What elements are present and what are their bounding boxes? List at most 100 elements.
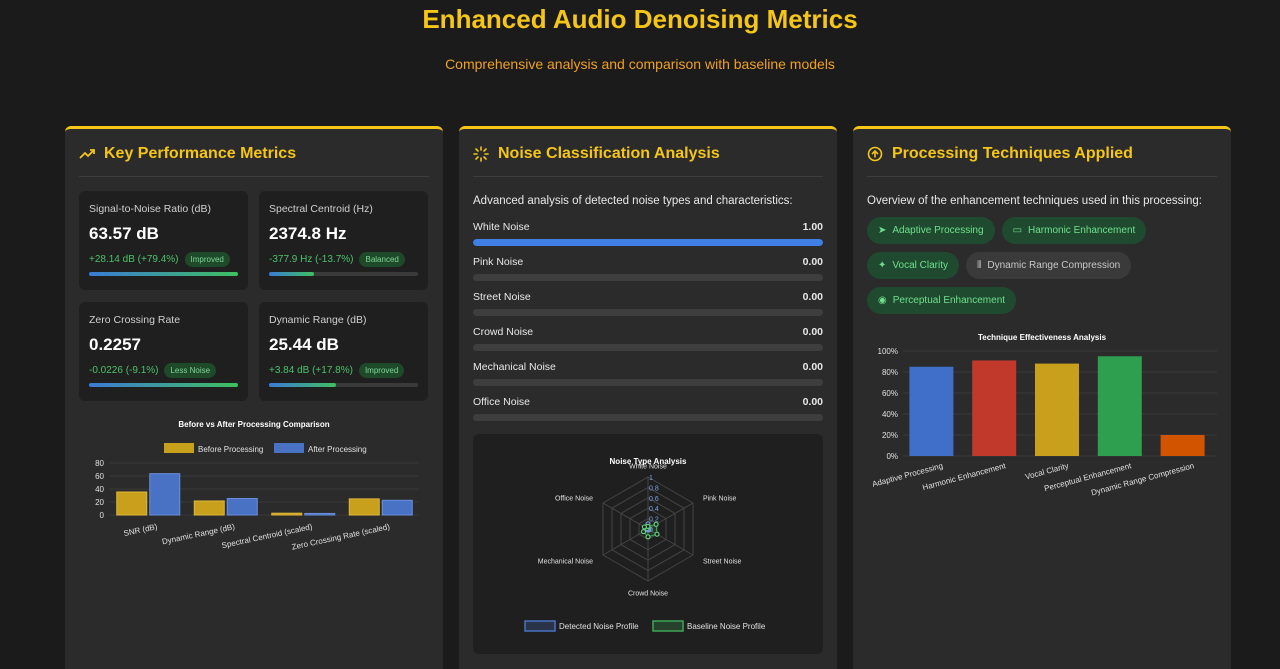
noise-radar-chart: Noise Type AnalysisWhite NoisePink Noise… [524,457,766,632]
noise-value: 0.00 [802,396,823,408]
y-tick-label: 60% [882,389,898,398]
noise-classification-title: Noise Classification Analysis [498,144,720,162]
metric-change-row: -0.0226 (-9.1%) Less Noise [89,363,238,378]
technique-tag-label: Dynamic Range Compression [987,260,1121,271]
noise-item: Mechanical Noise 0.00 [473,361,823,396]
y-tick-label: 40% [882,410,898,419]
y-tick-label: 100% [878,347,898,356]
radar-axis-label: Mechanical Noise [538,559,593,566]
metric-change-row: +28.14 dB (+79.4%) Improved [89,252,238,267]
metric-change: -377.9 Hz (-13.7%) [269,254,354,265]
y-tick-label: 80% [882,368,898,377]
legend-label: Detected Noise Profile [559,622,639,631]
bar [226,497,258,516]
metric-value: 25.44 dB [269,335,339,354]
page-subtitle: Comprehensive analysis and comparison wi… [445,56,835,72]
before-after-chart: Before vs After Processing Comparison Bef… [95,420,419,552]
technique-tag-label: Adaptive Processing [892,225,984,236]
metric-change-row: -377.9 Hz (-13.7%) Balanced [269,252,418,267]
radar-tick-label: 0.6 [649,496,659,503]
noise-classification-card: Noise Classification Analysis Advanced a… [459,126,837,669]
technique-tag[interactable]: ✦ Vocal Clarity [867,252,959,279]
metric-card: Zero Crossing Rate 0.2257 -0.0226 (-9.1%) L… [79,302,248,401]
noise-row: White Noise 1.00 [473,221,823,233]
technique-tag[interactable]: ◉ Perceptual Enhancement [867,287,1017,314]
status-badge: Balanced [359,252,405,267]
sparkle-icon: ✦ [878,260,887,271]
technique-tag[interactable]: ➤ Adaptive Processing [867,217,995,244]
noise-level-track [473,274,823,281]
x-tick-label: SNR (dB) [123,522,159,538]
bar [193,500,225,516]
y-tick-label: 20% [882,431,898,440]
noise-value: 1.00 [802,221,823,233]
noise-label: Street Noise [473,291,531,303]
radar-axis-label: White Noise [629,464,667,471]
metric-progress-fill [89,272,238,276]
noise-value: 0.00 [802,361,823,373]
legend-swatch [274,443,304,453]
noise-label: Mechanical Noise [473,361,556,373]
processing-techniques-title: Processing Techniques Applied [892,144,1133,162]
legend-label: After Processing [308,445,367,454]
noise-item: Office Noise 0.00 [473,396,823,431]
noise-item: Pink Noise 0.00 [473,256,823,291]
metric-label: Zero Crossing Rate [89,314,181,326]
bar [348,498,380,516]
send-icon: ➤ [878,225,887,236]
status-badge: Less Noise [164,363,217,378]
metric-label: Dynamic Range (dB) [269,314,367,326]
radar-tick-label: 1 [649,475,653,482]
noise-row: Office Noise 0.00 [473,396,823,408]
radar-chart-container: Noise Type Analysis White Noise Pink Noise… [473,434,823,654]
noise-level-track [473,379,823,386]
metric-progress-fill [89,383,238,387]
technique-tags: ➤ Adaptive Processing ▭ Harmonic Enhancemen… [867,217,1217,314]
noise-level-track [473,414,823,421]
page-title: Enhanced Audio Denoising Metrics [422,4,858,34]
legend-swatch [164,443,194,453]
y-tick-label: 60 [95,472,104,481]
key-metrics-card: Key Performance Metrics Signal-to-Noise … [65,126,443,669]
radar-point [654,531,660,537]
chart-title: Before vs After Processing Comparison [178,420,329,429]
technique-tag-label: Harmonic Enhancement [1028,225,1136,236]
metric-card: Signal-to-Noise Ratio (dB) 63.57 dB +28.14… [79,191,248,290]
key-metrics-title: Key Performance Metrics [104,144,297,162]
noise-classification-header: Noise Classification Analysis [473,131,823,177]
metric-value: 0.2257 [89,335,141,354]
bar [381,499,413,516]
radar-point [641,524,647,530]
radar-point [640,528,647,535]
noise-row: Mechanical Noise 0.00 [473,361,823,373]
y-tick-label: 40 [95,485,104,494]
metric-progress-track [269,383,418,387]
technique-tag[interactable]: ▭ Harmonic Enhancement [1001,217,1147,244]
noise-row: Street Noise 0.00 [473,291,823,303]
metric-change: +28.14 dB (+79.4%) [89,254,179,265]
eye-icon: ◉ [878,295,887,306]
noise-item: White Noise 1.00 [473,221,823,256]
bar [304,512,336,516]
legend-label: Baseline Noise Profile [687,622,766,631]
arrow-up-circle-icon [867,146,883,161]
metric-progress-fill [269,272,314,276]
loader-icon [473,145,489,162]
radar-point [645,534,651,540]
metric-value: 63.57 dB [89,224,159,243]
metric-change: -0.0226 (-9.1%) [89,365,159,376]
noise-label: Office Noise [473,396,530,408]
metric-label: Spectral Centroid (Hz) [269,203,373,215]
bar [972,360,1017,456]
noise-level-track [473,239,823,246]
technique-tag-label: Vocal Clarity [892,260,948,271]
radar-tick-label: 0.8 [649,485,659,492]
bar [1160,435,1205,456]
waveform-icon: ⦀ [976,260,982,271]
metric-progress-track [89,272,238,276]
radar-spoke [602,502,649,530]
metric-card: Spectral Centroid (Hz) 2374.8 Hz -377.9 Hz… [259,191,428,290]
noise-row: Crowd Noise 0.00 [473,326,823,338]
technique-tag[interactable]: ⦀ Dynamic Range Compression [965,252,1132,279]
bar [149,473,181,516]
